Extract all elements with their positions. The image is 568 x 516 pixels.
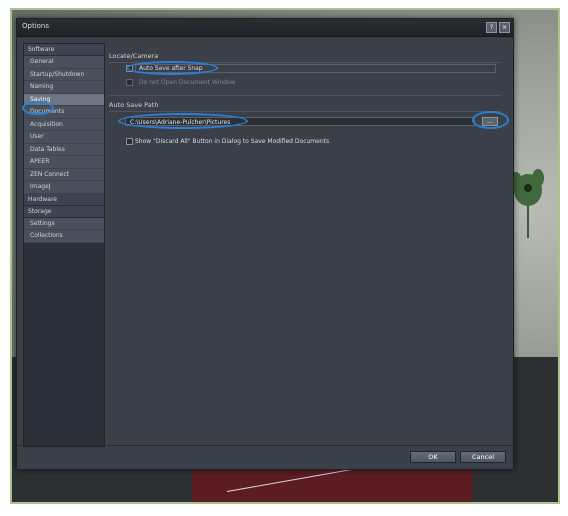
dialog-title: Options [22, 22, 50, 30]
sidebar-item-acquisition[interactable]: Acquisition [24, 118, 104, 131]
auto-save-checkbox[interactable] [126, 65, 133, 72]
sidebar-item-apeer[interactable]: APEER [24, 156, 104, 169]
sidebar-category-hardware[interactable]: Hardware [24, 193, 104, 206]
sidebar-item-settings[interactable]: Settings [24, 217, 104, 230]
section-separator [109, 62, 501, 63]
cancel-button[interactable]: Cancel [460, 451, 506, 463]
discard-all-checkbox[interactable] [126, 138, 133, 145]
sidebar-item-naming[interactable]: Naming [24, 81, 104, 94]
sidebar-item-general[interactable]: General [24, 56, 104, 69]
auto-save-label: Auto Save after Snap [139, 65, 203, 72]
sidebar-category-storage[interactable]: Storage [24, 205, 104, 218]
discard-all-label: Show "Discard All" Button in Dialog to S… [135, 138, 330, 145]
options-sidebar: Software General Startup/Shutdown Naming… [23, 43, 105, 447]
footer-separator [17, 445, 513, 446]
sidebar-item-data-tables[interactable]: Data Tables [24, 143, 104, 156]
sidebar-item-collections[interactable]: Collections [24, 230, 104, 243]
section-separator [109, 95, 501, 96]
section-separator [109, 111, 501, 112]
sidebar-category-software[interactable]: Software [24, 44, 104, 56]
close-button[interactable]: × [499, 22, 510, 33]
options-dialog: Options ? × Software General Startup/Shu… [16, 18, 514, 470]
sidebar-item-documents[interactable]: Documents [24, 106, 104, 119]
sidebar-item-user[interactable]: User [24, 131, 104, 144]
auto-save-path-title: Auto Save Path [109, 101, 159, 109]
sidebar-item-startup-shutdown[interactable]: Startup/Shutdown [24, 68, 104, 81]
sidebar-item-zen-connect[interactable]: ZEN Connect [24, 168, 104, 181]
dialog-titlebar: Options ? × [17, 19, 513, 37]
locate-camera-title: Locate/Camera [109, 52, 159, 60]
ok-button[interactable]: OK [410, 451, 456, 463]
do-not-open-checkbox[interactable] [126, 79, 133, 86]
sidebar-item-imagej[interactable]: ImageJ [24, 181, 104, 194]
help-button[interactable]: ? [486, 22, 497, 33]
options-content: Locate/Camera Auto Save after Snap Do no… [105, 43, 505, 445]
do-not-open-label: Do not Open Document Window [139, 79, 236, 86]
browse-button[interactable]: ... [482, 117, 498, 126]
screenshot-frame: Options ? × Software General Startup/Shu… [10, 8, 560, 504]
auto-save-path-input[interactable]: C:\Users\Adriane-Pulcher\Pictures [125, 117, 475, 126]
sidebar-item-saving[interactable]: Saving [24, 93, 104, 106]
